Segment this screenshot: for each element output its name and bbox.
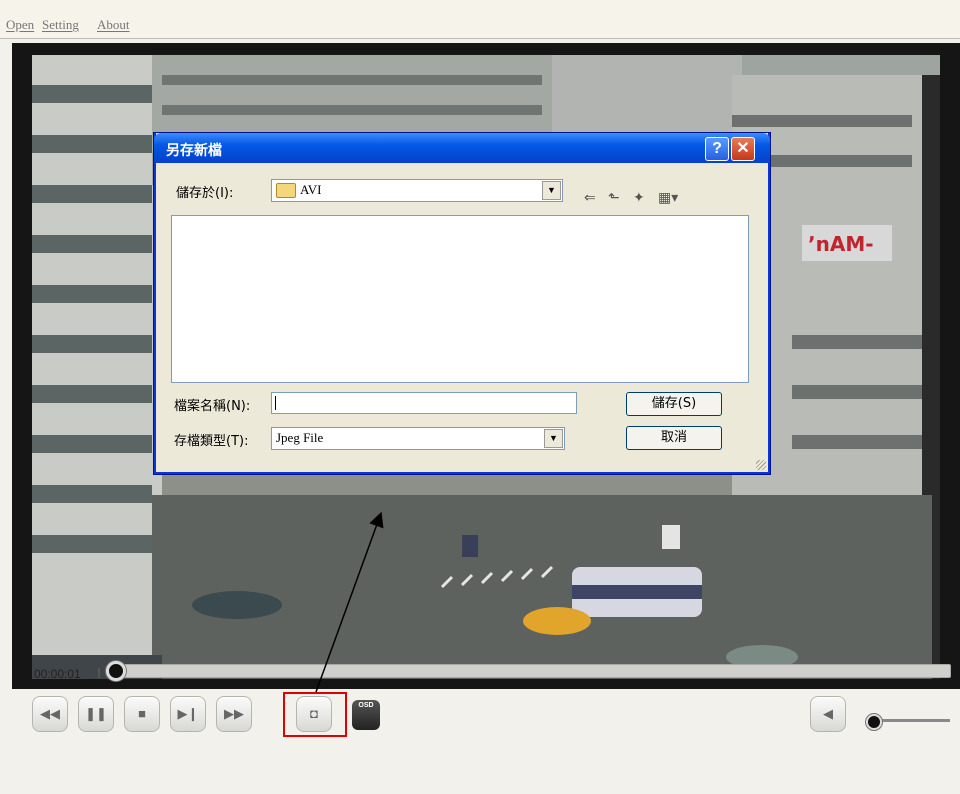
annotation-arrow <box>315 511 384 693</box>
annotation-overlay <box>315 511 384 693</box>
